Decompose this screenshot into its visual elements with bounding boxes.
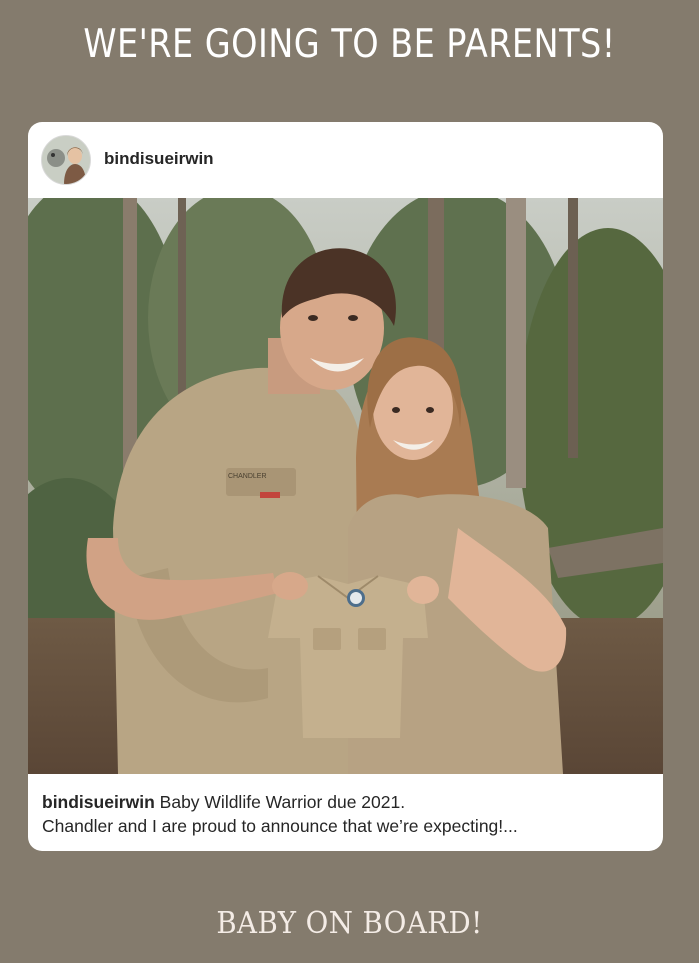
avatar-photo-icon <box>42 136 90 184</box>
shared-post-card[interactable]: bindisueirwin CHANDLER bindisueirwin Bab… <box>28 122 663 851</box>
caption-line-2: Chandler and I are proud to announce tha… <box>42 816 518 836</box>
avatar[interactable] <box>41 135 91 185</box>
couple-photo: CHANDLER <box>28 198 663 774</box>
post-photo: CHANDLER <box>28 198 663 774</box>
story-title: WE'RE GOING TO BE PARENTS! <box>83 22 616 67</box>
caption-text-1: Baby Wildlife Warrior due 2021. <box>154 792 406 812</box>
post-caption: bindisueirwin Baby Wildlife Warrior due … <box>42 790 652 838</box>
story-bottom-text: BABY ON BOARD! <box>216 906 483 941</box>
post-username[interactable]: bindisueirwin <box>104 149 214 169</box>
caption-line-1: bindisueirwin Baby Wildlife Warrior due … <box>42 790 652 814</box>
shirt-name-tag: CHANDLER <box>228 473 267 480</box>
caption-username[interactable]: bindisueirwin <box>42 792 155 812</box>
post-header[interactable]: bindisueirwin <box>28 122 663 198</box>
